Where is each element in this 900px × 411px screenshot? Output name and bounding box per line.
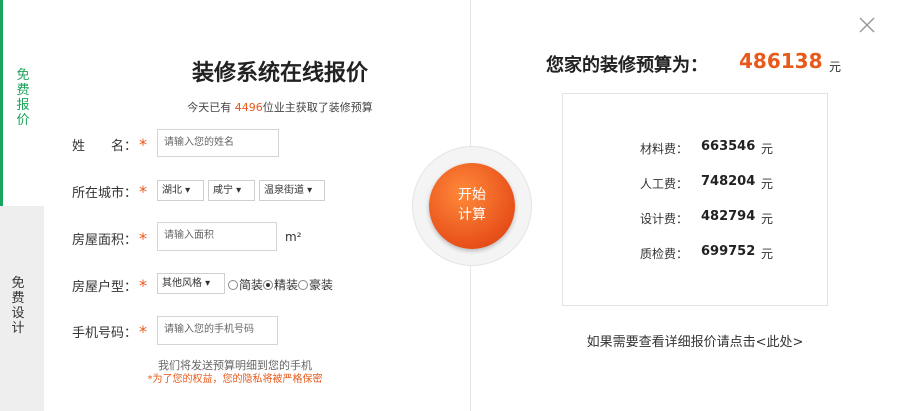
type-required-mark: * [139,276,147,295]
cost-unit: 元 [761,177,774,191]
cost-label: 质检费： [640,247,689,261]
decor-radio-group: 简装 精装 豪装 [228,276,333,293]
decor-option-fine[interactable]: 精装 [263,278,298,292]
cost-label: 人工费： [640,177,689,191]
radio-checked-icon [263,280,274,290]
decor-option-luxury[interactable]: 豪装 [298,278,333,292]
tab-free-design[interactable]: 免 费 设 计 [0,206,44,411]
detail-quote-link[interactable]: 如果需要查看详细报价请点击<此处> [562,331,828,350]
decor-option-luxury-label: 豪装 [309,278,334,292]
style-select[interactable]: 其他风格 ▾ [157,273,225,294]
city-select[interactable]: 咸宁 ▾ [208,180,255,201]
tab-free-quote-label: 免 费 报 价 [16,68,30,128]
form-title: 装修系统在线报价 [191,61,368,86]
start-calc-button[interactable]: 开始 计算 [429,163,515,249]
city-value: 咸宁 [213,185,233,196]
city-required-mark: * [139,182,147,201]
cost-value: 663546 [701,139,756,154]
name-input[interactable]: 请输入您的姓名 [157,129,279,157]
cost-unit: 元 [761,247,774,261]
cost-unit: 元 [761,142,774,156]
cost-row-material: 材料费： 663546 元 [563,138,827,158]
area-unit: m² [285,230,302,244]
form-subtitle: 今天已有 4496位业主获取了装修预算 [130,99,430,115]
radio-icon [298,280,309,290]
area-required-mark: * [139,229,147,248]
cost-label: 材料费： [640,142,689,156]
cost-label: 设计费： [640,212,689,226]
close-icon[interactable] [858,16,876,34]
province-value: 湖北 [162,185,182,196]
style-value: 其他风格 [162,278,202,289]
tab-free-quote[interactable]: 免 费 报 价 [0,0,44,206]
privacy-warning: *为了您的权益，您的隐私将被严格保密 [147,374,323,385]
side-tabs: 免 费 报 价 免 费 设 计 [0,0,44,411]
subtitle-suffix: 位业主获取了装修预算 [262,101,373,114]
phone-required-mark: * [139,322,147,341]
cost-breakdown: 材料费： 663546 元 人工费： 748204 元 设计费： 482794 … [562,93,828,306]
cost-value: 482794 [701,209,756,224]
decor-option-simple-label: 简装 [239,278,264,292]
decor-option-simple[interactable]: 简装 [228,278,263,292]
radio-icon [228,280,238,290]
budget-unit: 元 [829,60,842,74]
tab-free-design-label: 免 费 设 计 [11,276,25,336]
cost-value: 699752 [701,244,756,259]
cost-row-labor: 人工费： 748204 元 [563,173,827,193]
district-value: 温泉街道 [264,185,304,196]
subtitle-count: 4496 [234,101,263,114]
phone-input[interactable]: 请输入您的手机号码 [157,316,278,345]
budget-label: 您家的装修预算为： [546,55,708,76]
budget-value: 486138 [739,49,823,73]
cost-value: 748204 [701,174,756,189]
decor-option-fine-label: 精装 [274,278,299,292]
cost-row-inspection: 质检费： 699752 元 [563,243,827,263]
subtitle-prefix: 今天已有 [187,101,235,114]
area-input[interactable]: 请输入面积 [157,222,277,251]
name-required-mark: * [139,135,147,154]
cost-unit: 元 [761,212,774,226]
district-select[interactable]: 温泉街道 ▾ [259,180,325,201]
province-select[interactable]: 湖北 ▾ [157,180,204,201]
cost-row-design: 设计费： 482794 元 [563,208,827,228]
